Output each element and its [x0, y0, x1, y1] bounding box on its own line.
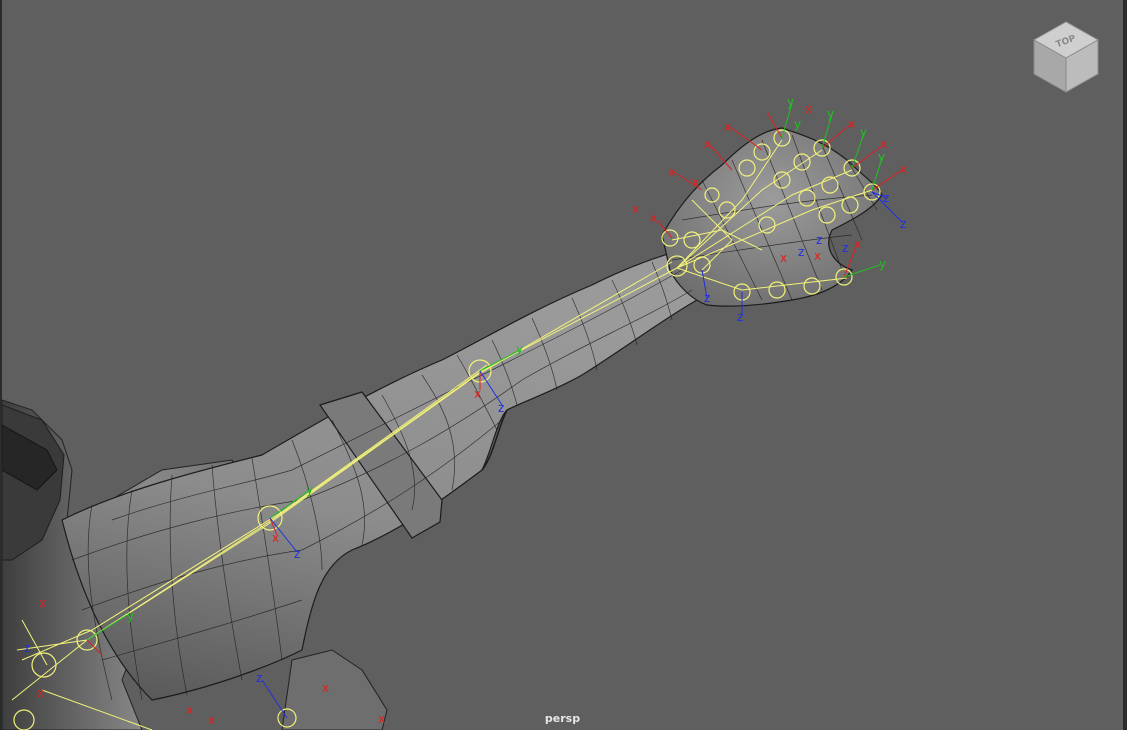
svg-text:x: x: [474, 387, 481, 401]
camera-name-label: persp: [544, 712, 581, 725]
svg-text:x: x: [692, 175, 699, 189]
svg-text:x: x: [900, 162, 907, 176]
svg-text:x: x: [780, 251, 787, 265]
svg-text:y: y: [860, 125, 867, 139]
svg-text:z: z: [498, 401, 504, 415]
svg-text:x: x: [668, 165, 675, 179]
svg-text:y: y: [879, 257, 886, 271]
svg-text:x: x: [854, 237, 861, 251]
svg-text:y: y: [878, 150, 885, 164]
svg-text:z: z: [256, 671, 262, 685]
svg-text:y: y: [787, 95, 794, 109]
svg-text:z: z: [900, 217, 906, 231]
svg-text:z: z: [842, 241, 848, 255]
svg-text:y: y: [127, 609, 134, 623]
svg-text:x: x: [724, 120, 731, 134]
svg-text:x: x: [880, 137, 887, 151]
svg-text:y: y: [827, 107, 834, 121]
svg-text:z: z: [737, 310, 743, 324]
svg-text:x: x: [805, 102, 812, 116]
svg-text:y: y: [516, 342, 523, 356]
svg-text:z: z: [24, 641, 30, 655]
svg-text:x: x: [37, 686, 44, 700]
svg-text:y: y: [794, 117, 801, 131]
svg-text:x: x: [272, 531, 279, 545]
svg-text:z: z: [798, 245, 804, 259]
svg-text:x: x: [848, 117, 855, 131]
svg-text:y: y: [306, 483, 313, 497]
svg-text:z: z: [816, 233, 822, 247]
svg-text:z: z: [294, 547, 300, 561]
maya-perspective-viewport[interactable]: x x x x x x x x x x x x x x x x x x x x: [0, 0, 1127, 730]
svg-text:z: z: [883, 191, 889, 205]
scene-canvas[interactable]: x x x x x x x x x x x x x x x x x x x x: [2, 0, 1123, 730]
svg-text:x: x: [814, 249, 821, 263]
svg-text:x: x: [322, 681, 329, 695]
svg-text:x: x: [650, 211, 657, 225]
svg-text:x: x: [632, 202, 639, 216]
svg-text:x: x: [39, 596, 46, 610]
viewcube-icon[interactable]: TOP: [1030, 18, 1102, 96]
svg-text:z: z: [704, 291, 710, 305]
svg-text:x: x: [704, 137, 711, 151]
